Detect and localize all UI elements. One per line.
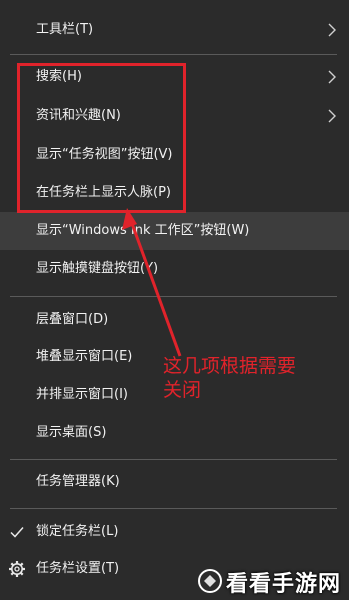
menu-item-label: 层叠窗口(D): [36, 312, 109, 327]
menu-item-label: 显示桌面(S): [36, 425, 107, 440]
chevron-right-icon: [328, 70, 336, 84]
annotation-line-2: 关闭: [163, 379, 202, 401]
menu-item-label: 任务管理器(K): [36, 474, 120, 489]
menu-item-lock-taskbar[interactable]: 锁定任务栏(L): [0, 513, 349, 551]
menu-item-show-touch-keyboard-button[interactable]: 显示触摸键盘按钮(Y): [0, 250, 349, 288]
menu-separator: [10, 296, 337, 297]
checkmark-icon: [10, 527, 24, 538]
menu-item-label: 任务栏设置(T): [36, 561, 120, 576]
watermark-text: 看看手游网: [226, 571, 342, 597]
menu-item-label: 显示触摸键盘按钮(Y): [36, 261, 159, 276]
menu-separator: [10, 459, 337, 460]
menu-item-label: 堆叠显示窗口(E): [36, 349, 133, 364]
annotation-line-1: 这几项根据需要: [163, 355, 297, 377]
menu-item-label: 显示“Windows Ink 工作区”按钮(W): [36, 223, 250, 238]
chevron-right-icon: [328, 23, 336, 37]
menu-item-label: 锁定任务栏(L): [36, 524, 119, 539]
watermark: 看看手游网: [196, 558, 349, 600]
watermark-logo-icon: [198, 569, 222, 593]
menu-item-cascade-windows[interactable]: 层叠窗口(D): [0, 301, 349, 339]
chevron-right-icon: [328, 109, 336, 123]
menu-item-label: 并排显示窗口(I): [36, 387, 128, 402]
annotation-text: 这几项根据需要 关闭: [163, 354, 343, 402]
menu-separator: [10, 508, 337, 509]
menu-item-task-manager[interactable]: 任务管理器(K): [0, 463, 349, 501]
menu-item-show-desktop[interactable]: 显示桌面(S): [0, 414, 349, 452]
menu-item-show-windows-ink-button[interactable]: 显示“Windows Ink 工作区”按钮(W): [0, 212, 349, 250]
highlight-box: [17, 63, 186, 213]
menu-item-label: 工具栏(T): [36, 22, 94, 37]
gear-icon: [9, 561, 25, 577]
menu-separator: [10, 54, 337, 55]
menu-item-toolbars[interactable]: 工具栏(T): [0, 11, 349, 49]
